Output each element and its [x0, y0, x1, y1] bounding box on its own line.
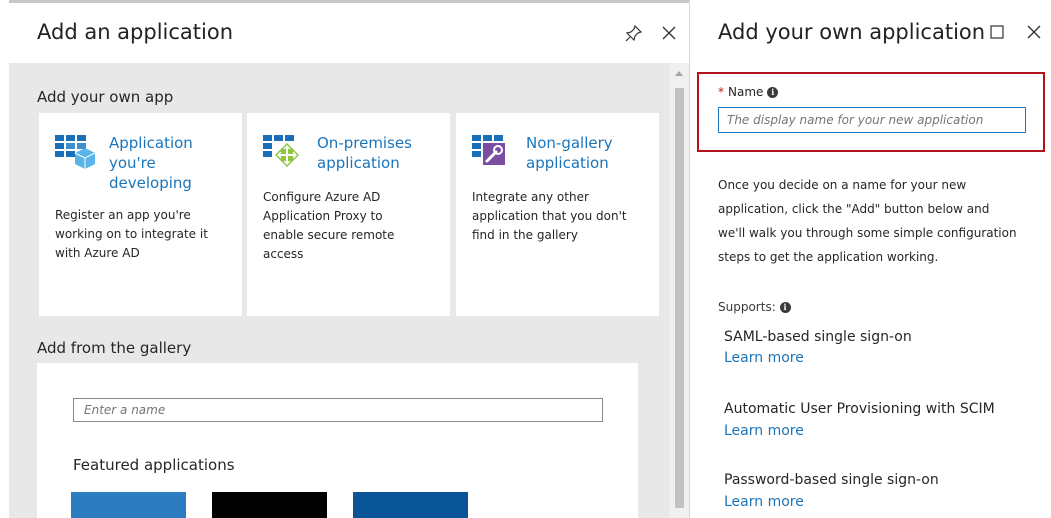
left-blade-scrollbar[interactable] — [670, 63, 689, 518]
close-icon[interactable] — [1026, 24, 1042, 44]
gallery-search-input[interactable] — [73, 398, 603, 422]
tile-title: On-premises application — [317, 134, 412, 172]
close-icon[interactable] — [661, 25, 677, 45]
tile-description: Register an app you're working on to int… — [55, 208, 208, 260]
tile-non-gallery-application[interactable]: Non-gallery application Integrate any ot… — [456, 113, 659, 316]
app-developing-icon — [55, 135, 96, 171]
learn-more-link[interactable]: Learn more — [724, 350, 804, 366]
support-item-name: SAML-based single sign-on — [724, 329, 912, 345]
support-item-name: Password-based single sign-on — [724, 472, 939, 488]
learn-more-link[interactable]: Learn more — [724, 494, 804, 510]
required-marker: * — [718, 85, 724, 99]
info-icon[interactable]: i — [779, 302, 791, 313]
scroll-up-arrow-icon[interactable] — [675, 71, 683, 76]
gallery-panel: Featured applications — [37, 363, 638, 518]
featured-applications-title: Featured applications — [73, 456, 235, 474]
tile-on-premises-application[interactable]: On-premises application Configure Azure … — [247, 113, 450, 316]
left-blade-title: Add an application — [37, 20, 234, 44]
right-blade-title: Add your own application — [718, 20, 986, 44]
support-item-name: Automatic User Provisioning with SCIM — [724, 401, 995, 417]
application-name-input[interactable] — [718, 107, 1026, 133]
tile-application-developing[interactable]: Application you're developing Register a… — [39, 113, 242, 316]
pin-icon[interactable] — [625, 24, 643, 46]
featured-app-tile[interactable] — [353, 492, 468, 518]
tile-description: Configure Azure AD Application Proxy to … — [263, 190, 395, 261]
own-app-section-title: Add your own app — [37, 88, 174, 106]
supports-label: Supports: i — [718, 300, 791, 314]
maximize-icon[interactable] — [990, 25, 1004, 43]
tile-title: Application you're developing — [109, 134, 193, 192]
featured-app-tile[interactable] — [212, 492, 327, 518]
add-app-description: Once you decide on a name for your new a… — [718, 178, 1017, 264]
featured-app-tile[interactable] — [71, 492, 186, 518]
non-gallery-app-icon — [472, 135, 512, 171]
name-field-label: * Name i — [718, 85, 779, 99]
gallery-section-title: Add from the gallery — [37, 339, 192, 357]
on-premises-app-icon — [263, 135, 303, 171]
learn-more-link[interactable]: Learn more — [724, 423, 804, 439]
name-label-text: Name — [728, 85, 764, 99]
tile-description: Integrate any other application that you… — [472, 190, 627, 242]
scroll-thumb[interactable] — [675, 88, 684, 508]
left-blade-header: Add an application — [9, 0, 689, 63]
info-icon[interactable]: i — [767, 87, 779, 98]
add-own-application-blade: Add your own application * Name i Once yo… — [689, 0, 1051, 518]
tile-title: Non-gallery application — [526, 134, 613, 172]
